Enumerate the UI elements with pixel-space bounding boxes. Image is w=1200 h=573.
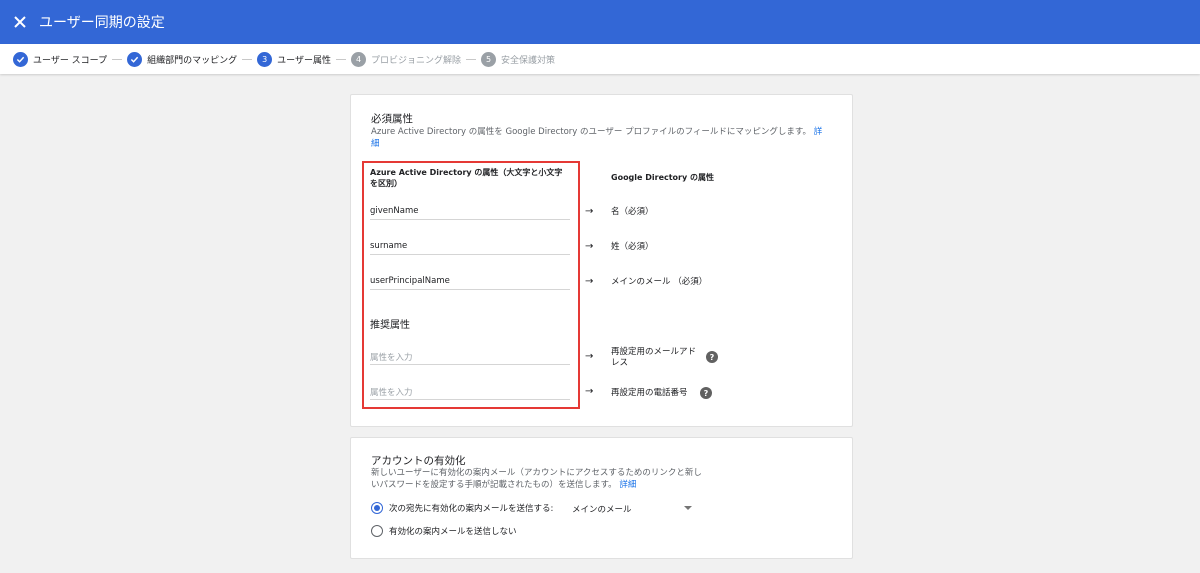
step-label: プロビジョニング解除 — [371, 55, 462, 66]
step-number: 3 — [257, 51, 273, 67]
send-activation-email-option[interactable]: 次の宛先に有効化の案内メールを送信する: — [371, 502, 553, 514]
chevron-down-icon — [684, 506, 692, 510]
stepper: ユーザー スコープ 組織部門のマッピング 3 ユーザー属性 4 プロビジョニング… — [0, 44, 1200, 74]
radio-button[interactable] — [371, 502, 383, 514]
step-number: 4 — [351, 51, 366, 67]
help-icon[interactable]: ? — [700, 387, 712, 399]
step-label: ユーザー属性 — [277, 55, 331, 66]
description-text: いパスワードを設定する手順が記載されたもの）を送信します。 — [371, 480, 617, 490]
check-icon — [13, 51, 28, 67]
option-label: 次の宛先に有効化の案内メールを送信する: — [389, 504, 554, 514]
section-title: アカウントの有効化 — [371, 455, 466, 467]
step-label: 安全保護対策 — [501, 55, 556, 66]
source-column-header: Azure Active Directory の属性（大文字と小文字を区別） — [370, 168, 563, 188]
step-safeguards: 5 安全保護対策 — [481, 51, 556, 67]
target-attribute: 再設定用の電話番号 — [611, 388, 688, 398]
arrow-icon: → — [585, 351, 594, 362]
step-user-attributes[interactable]: 3 ユーザー属性 — [257, 51, 331, 67]
step-deprovisioning: 4 プロビジョニング解除 — [351, 51, 462, 67]
arrow-icon: → — [585, 386, 594, 397]
target-attribute: 再設定用のメールアドレス — [611, 347, 697, 368]
step-org-unit-mapping[interactable]: 組織部門のマッピング — [127, 51, 238, 67]
no-activation-email-option[interactable]: 有効化の案内メールを送信しない — [371, 525, 517, 537]
learn-more-link-wrap[interactable]: 細 — [371, 139, 380, 149]
section-title: 必須属性 — [371, 113, 413, 125]
check-icon — [127, 51, 143, 67]
recommended-attributes-title: 推奨属性 — [370, 320, 410, 331]
step-divider — [466, 58, 477, 60]
target-attribute: 名（必須） — [611, 207, 654, 217]
select-value: メインのメール — [572, 505, 632, 515]
target-attribute: 姓（必須） — [611, 242, 654, 252]
target-attribute: メインのメール （必須） — [611, 277, 708, 287]
arrow-icon: → — [585, 276, 594, 287]
account-activation-card: アカウントの有効化 新しいユーザーに有効化の案内メール（アカウントにアクセスする… — [350, 437, 853, 559]
app-header: ユーザー同期の設定 — [0, 0, 1200, 44]
user-principal-name-input[interactable]: userPrincipalName — [370, 274, 570, 290]
description-text: Azure Active Directory の属性を Google Direc… — [371, 127, 812, 137]
recovery-email-input[interactable]: 属性を入力 — [370, 349, 570, 365]
arrow-icon: → — [585, 206, 594, 217]
help-icon[interactable]: ? — [706, 351, 718, 363]
given-name-input[interactable]: givenName — [370, 204, 570, 220]
learn-more-link[interactable]: 詳 — [814, 127, 823, 137]
section-description: 新しいユーザーに有効化の案内メール（アカウントにアクセスするためのリンクと新し … — [371, 467, 751, 491]
email-destination-select[interactable]: メインのメール — [572, 502, 692, 516]
step-divider — [242, 58, 253, 60]
target-column-header: Google Directory の属性 — [611, 173, 714, 182]
step-label: ユーザー スコープ — [33, 55, 108, 66]
step-label: 組織部門のマッピング — [147, 55, 238, 66]
radio-button[interactable] — [371, 525, 383, 537]
section-description: Azure Active Directory の属性を Google Direc… — [371, 126, 841, 150]
step-number: 5 — [481, 51, 497, 67]
recovery-phone-input[interactable]: 属性を入力 — [370, 384, 570, 400]
step-user-scope[interactable]: ユーザー スコープ — [13, 51, 108, 67]
page-title: ユーザー同期の設定 — [39, 15, 165, 31]
description-text: 新しいユーザーに有効化の案内メール（アカウントにアクセスするためのリンクと新し — [371, 468, 702, 478]
step-divider — [112, 58, 123, 60]
step-divider — [336, 58, 346, 60]
surname-input[interactable]: surname — [370, 239, 570, 255]
close-icon[interactable] — [10, 12, 30, 32]
arrow-icon: → — [585, 241, 594, 252]
learn-more-link[interactable]: 詳細 — [619, 480, 636, 490]
option-label: 有効化の案内メールを送信しない — [389, 527, 517, 537]
